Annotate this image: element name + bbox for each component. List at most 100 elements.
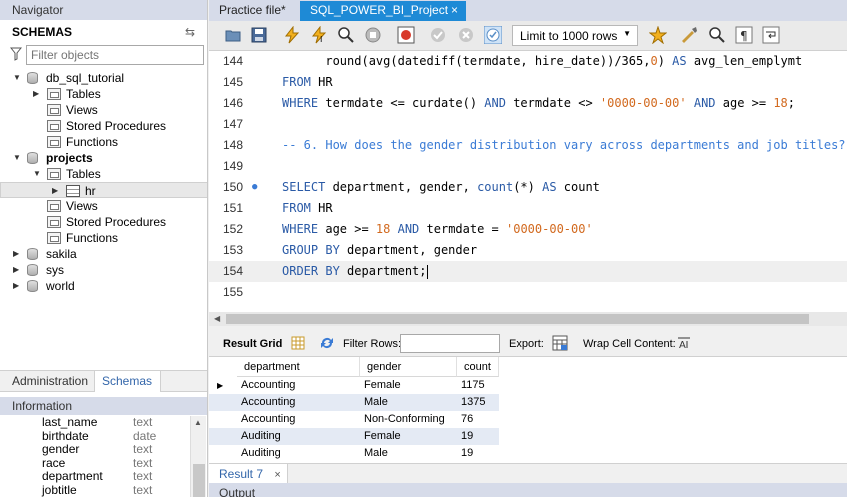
code-line[interactable]: 147 — [209, 114, 847, 135]
filter-objects-input[interactable] — [26, 45, 204, 65]
toggle-error-icon[interactable] — [397, 26, 415, 44]
information-scrollbar[interactable]: ▲ — [190, 416, 206, 497]
invisible-chars-icon[interactable]: ¶ — [735, 26, 753, 44]
output-panel-header[interactable]: Output — [209, 483, 847, 497]
tree-item-stored-procedures[interactable]: Stored Procedures — [0, 214, 207, 230]
chevron-down-icon[interactable]: ▼ — [33, 166, 41, 182]
tree-item-stored-procedures[interactable]: Stored Procedures — [0, 118, 207, 134]
tab-practice-file[interactable]: Practice file* — [209, 1, 294, 21]
scrollbar-thumb[interactable] — [193, 464, 205, 497]
tree-item-hr[interactable]: ▶ hr — [0, 182, 207, 199]
refresh-schemas-icon[interactable]: ⇆ — [185, 25, 195, 39]
open-file-icon[interactable] — [224, 26, 242, 44]
chevron-down-icon[interactable]: ▼ — [13, 150, 21, 166]
result-grid[interactable]: ▶ department gender count Accounting Female… — [209, 357, 847, 463]
chevron-right-icon[interactable]: ▶ — [13, 278, 21, 294]
scroll-left-icon[interactable]: ◀ — [214, 314, 220, 323]
code-line[interactable]: 152 WHERE age >= 18 AND termdate = '0000-… — [209, 219, 847, 240]
code-line[interactable]: 148 -- 6. How does the gender distributio… — [209, 135, 847, 156]
autocommit-icon[interactable] — [484, 26, 502, 44]
cell-gender[interactable]: Female — [360, 377, 457, 394]
tree-item-projects[interactable]: ▼ projects — [0, 150, 207, 166]
add-snippet-star-icon[interactable] — [649, 26, 667, 44]
export-icon[interactable] — [552, 335, 568, 351]
table-row[interactable]: Auditing Male 19 — [209, 445, 499, 462]
tree-item-tables[interactable]: ▼ Tables — [0, 166, 207, 182]
tree-item-sakila[interactable]: ▶ sakila — [0, 246, 207, 262]
cell-department[interactable]: Auditing — [237, 445, 360, 462]
sql-editor[interactable]: 144 round(avg(datediff(termdate, hire_da… — [209, 51, 847, 312]
column-header-count[interactable]: count — [457, 357, 499, 377]
chevron-right-icon[interactable]: ▶ — [52, 183, 60, 199]
cell-department[interactable]: Accounting — [237, 377, 360, 394]
scrollbar-thumb[interactable] — [226, 314, 809, 324]
tab-schemas[interactable]: Schemas — [94, 371, 162, 392]
cell-count[interactable]: 76 — [457, 411, 499, 428]
tree-item-db_sql_tutorial[interactable]: ▼ db_sql_tutorial — [0, 70, 207, 86]
column-header-gender[interactable]: gender — [360, 357, 457, 377]
code-line[interactable]: 146 WHERE termdate <= curdate() AND termd… — [209, 93, 847, 114]
rollback-icon[interactable] — [457, 26, 475, 44]
cell-count[interactable]: 19 — [457, 428, 499, 445]
column-header-department[interactable]: department — [237, 357, 360, 377]
execute-current-icon[interactable]: I — [310, 26, 328, 44]
tree-item-views[interactable]: Views — [0, 102, 207, 118]
code-line[interactable]: 154 ORDER BY department; — [209, 261, 847, 282]
code-line[interactable]: 153 GROUP BY department, gender — [209, 240, 847, 261]
close-result-tab-icon[interactable]: × — [274, 469, 280, 481]
cell-gender[interactable]: Non-Conforming — [360, 411, 457, 428]
beautify-icon[interactable] — [680, 26, 698, 44]
explain-icon[interactable] — [337, 26, 355, 44]
cell-gender[interactable]: Male — [360, 394, 457, 411]
navigator-title: Navigator — [0, 0, 207, 20]
table-row[interactable]: Accounting Female 1175 — [209, 377, 499, 394]
chevron-down-icon[interactable]: ▼ — [13, 70, 21, 86]
limit-rows-select[interactable]: Limit to 1000 rows ▼ — [512, 25, 638, 46]
tree-item-world[interactable]: ▶ world — [0, 278, 207, 294]
wrap-lines-icon[interactable] — [762, 26, 780, 44]
cell-department[interactable]: Accounting — [237, 411, 360, 428]
tree-item-functions[interactable]: Functions — [0, 134, 207, 150]
chevron-right-icon[interactable]: ▶ — [13, 262, 21, 278]
stop-icon[interactable] — [364, 26, 382, 44]
refresh-results-icon[interactable] — [319, 336, 335, 350]
grid-view-icon[interactable] — [291, 336, 305, 350]
filter-rows-input[interactable] — [400, 334, 500, 353]
scroll-up-icon[interactable]: ▲ — [194, 418, 202, 427]
cell-gender[interactable]: Female — [360, 428, 457, 445]
code-line[interactable]: 149 — [209, 156, 847, 177]
info-column-row: race text — [0, 456, 190, 471]
execute-icon[interactable] — [283, 26, 301, 44]
tree-item-tables[interactable]: ▶ Tables — [0, 86, 207, 102]
export-label: Export: — [509, 338, 544, 350]
code-line[interactable]: 144 round(avg(datediff(termdate, hire_da… — [209, 51, 847, 72]
cell-count[interactable]: 1375 — [457, 394, 499, 411]
tree-item-sys[interactable]: ▶ sys — [0, 262, 207, 278]
cell-department[interactable]: Accounting — [237, 394, 360, 411]
wrap-cell-toggle-icon[interactable]: A — [677, 336, 691, 350]
commit-icon[interactable] — [429, 26, 447, 44]
table-row[interactable]: Accounting Non-Conforming 76 — [209, 411, 499, 428]
cell-count[interactable]: 19 — [457, 445, 499, 462]
code-line[interactable]: 151 FROM HR — [209, 198, 847, 219]
code-line[interactable]: 150 ● SELECT department, gender, count(*) … — [209, 177, 847, 198]
cell-department[interactable]: Auditing — [237, 428, 360, 445]
table-row[interactable]: Accounting Male 1375 — [209, 394, 499, 411]
chevron-right-icon[interactable]: ▶ — [33, 86, 41, 102]
cell-gender[interactable]: Male — [360, 445, 457, 462]
cell-count[interactable]: 1175 — [457, 377, 499, 394]
close-tab-icon[interactable]: × — [451, 3, 458, 17]
code-line[interactable]: 145 FROM HR — [209, 72, 847, 93]
tab-result-7[interactable]: Result 7 × — [209, 464, 288, 484]
table-row[interactable]: Auditing Female 19 — [209, 428, 499, 445]
code-line[interactable]: 155 — [209, 282, 847, 303]
tab-sql-power-bi-project[interactable]: SQL_POWER_BI_Project × — [300, 1, 466, 21]
editor-horizontal-scrollbar[interactable]: ◀ — [209, 312, 847, 326]
result-grid-button[interactable]: Result Grid — [223, 338, 282, 350]
tree-item-views[interactable]: Views — [0, 198, 207, 214]
chevron-right-icon[interactable]: ▶ — [13, 246, 21, 262]
tab-administration[interactable]: Administration — [12, 374, 88, 388]
tree-item-functions[interactable]: Functions — [0, 230, 207, 246]
find-icon[interactable] — [708, 26, 726, 44]
save-icon[interactable] — [250, 26, 268, 44]
